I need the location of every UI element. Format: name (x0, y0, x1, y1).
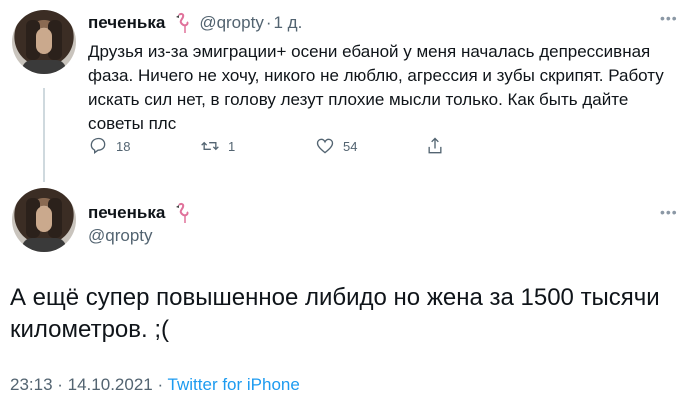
share-button[interactable] (425, 136, 445, 156)
tweet-text: Друзья из-за эмиграции+ осени ебаной у м… (88, 42, 664, 133)
avatar[interactable] (12, 10, 76, 74)
share-icon (428, 137, 442, 154)
tweet-footer: 23:13 · 14.10.2021 · Twitter for iPhone (10, 375, 300, 395)
flamingo-icon (176, 12, 189, 33)
tweet-text-large: А ещё супер повышенное либидо но жена за… (10, 284, 660, 343)
timestamp[interactable]: 1 д. (274, 13, 303, 33)
reply-icon (90, 137, 106, 154)
retweet-icon (201, 141, 219, 151)
like-count: 54 (343, 138, 358, 154)
tweet2-header: печенька (88, 202, 193, 224)
avatar[interactable] (12, 188, 76, 252)
retweet-button[interactable]: 1 (200, 136, 315, 156)
like-button[interactable]: 54 (315, 136, 425, 156)
handle[interactable]: @qropty (199, 13, 264, 33)
more-icon[interactable]: ••• (660, 10, 678, 26)
retweet-count: 1 (228, 138, 236, 154)
timestamp[interactable]: 23:13 · 14.10.2021 · (10, 375, 163, 394)
display-name[interactable]: печенька (88, 203, 165, 223)
tweet1-header: печенька @qropty · 1 д. (88, 12, 302, 34)
like-icon (316, 138, 334, 154)
reply-count: 18 (116, 138, 131, 154)
reply-button[interactable]: 18 (88, 136, 200, 156)
display-name[interactable]: печенька (88, 13, 165, 33)
source-link[interactable]: Twitter for iPhone (168, 375, 300, 394)
handle[interactable]: @qropty (88, 226, 153, 246)
tweet-actions: 18 1 54 (88, 136, 445, 156)
separator: · (265, 13, 272, 32)
flamingo-icon (176, 202, 189, 223)
more-icon[interactable]: ••• (660, 204, 678, 220)
thread-connector (43, 88, 45, 182)
